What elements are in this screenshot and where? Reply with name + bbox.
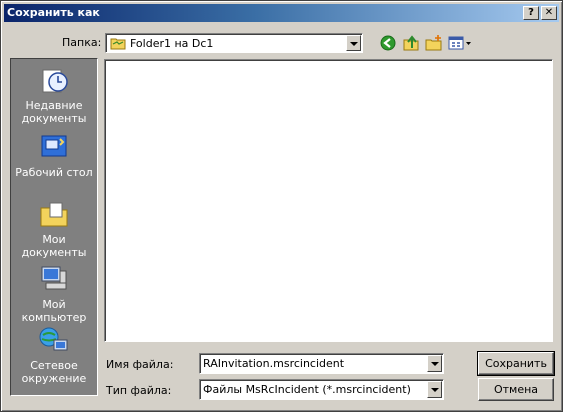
- place-mydocs-label: Мои документы: [21, 233, 87, 259]
- help-button[interactable]: ?: [523, 6, 539, 20]
- my-computer-icon: [38, 263, 70, 295]
- place-recent[interactable]: Недавние документы: [11, 64, 97, 125]
- back-icon[interactable]: [379, 34, 397, 52]
- up-folder-icon[interactable]: [402, 34, 420, 52]
- recent-documents-icon: [38, 64, 70, 96]
- lookin-dropdown-button[interactable]: [346, 35, 361, 51]
- lookin-label: Папка:: [62, 36, 102, 49]
- lookin-combo[interactable]: Folder1 на Dc1: [105, 33, 363, 53]
- desktop-icon: [38, 131, 70, 163]
- cancel-button[interactable]: Отмена: [478, 378, 554, 401]
- filetype-dropdown-button[interactable]: [427, 381, 442, 398]
- view-menu-icon[interactable]: [448, 34, 472, 52]
- place-desktop-label: Рабочий стол: [15, 166, 93, 179]
- filename-label: Имя файла:: [106, 358, 174, 371]
- filetype-value: Файлы MsRcIncident (*.msrcincident): [203, 383, 411, 396]
- window-title: Сохранить как: [7, 6, 100, 19]
- my-documents-icon: [38, 198, 70, 230]
- place-mycomputer-label: Мой компьютер: [21, 298, 87, 324]
- place-mydocs[interactable]: Мои документы: [11, 198, 97, 259]
- save-button[interactable]: Сохранить: [477, 351, 555, 376]
- new-folder-icon[interactable]: [425, 34, 443, 52]
- filename-dropdown-button[interactable]: [427, 355, 442, 372]
- filename-input[interactable]: RAInvitation.msrcincident: [203, 355, 344, 372]
- file-list[interactable]: [104, 59, 553, 342]
- folder-icon: [110, 36, 126, 52]
- title-bar[interactable]: Сохранить как ? ✕: [4, 4, 559, 22]
- filetype-label: Тип файла:: [106, 384, 172, 397]
- network-icon: [38, 324, 70, 356]
- place-mycomputer[interactable]: Мой компьютер: [11, 263, 97, 324]
- filename-combo[interactable]: RAInvitation.msrcincident: [199, 353, 444, 374]
- lookin-value: Folder1 на Dc1: [130, 37, 214, 50]
- place-recent-label: Недавние документы: [21, 99, 87, 125]
- place-network-label: Сетевое окружение: [21, 359, 87, 385]
- place-desktop[interactable]: Рабочий стол: [11, 131, 97, 179]
- filetype-combo[interactable]: Файлы MsRcIncident (*.msrcincident): [199, 379, 444, 400]
- place-network[interactable]: Сетевое окружение: [11, 324, 97, 385]
- close-button[interactable]: ✕: [541, 6, 557, 20]
- save-as-dialog: Сохранить как ? ✕ Папка: Folder1 на Dc1: [0, 0, 563, 412]
- places-bar: Недавние документы Рабочий стол Мои доку…: [10, 58, 98, 396]
